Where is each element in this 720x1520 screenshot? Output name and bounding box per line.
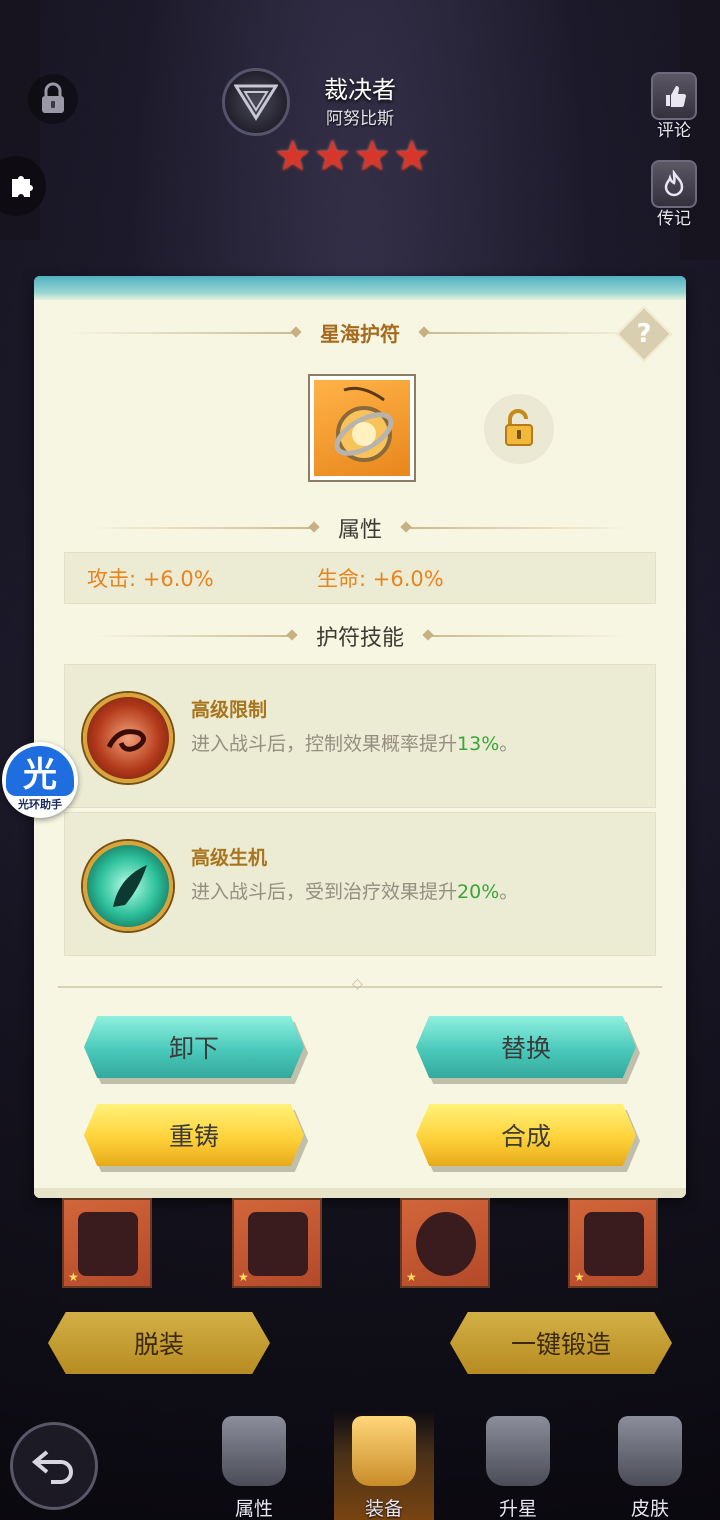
remove-all-label: 脱装	[133, 1330, 184, 1359]
comment-button[interactable]: 评论	[644, 72, 704, 141]
star-icon: ★	[392, 131, 431, 180]
skill-percent: 20%	[457, 881, 500, 903]
one-click-forge-label: 一键锻造	[510, 1330, 611, 1359]
skill-description: 进入战斗后，控制效果概率提升13%。	[191, 733, 519, 755]
vitality-skill-icon	[83, 841, 173, 931]
panel-top-border	[34, 276, 686, 300]
panel-divider	[58, 976, 662, 992]
star-badge-icon	[486, 1416, 550, 1486]
helper-floating-button[interactable]: 光 光环助手	[2, 742, 78, 818]
star-icon: ★	[68, 1270, 79, 1284]
panel-bottom-border	[34, 1188, 686, 1198]
tab-attributes[interactable]: 属性	[204, 1410, 304, 1520]
tab-equipment[interactable]: 装备	[334, 1410, 434, 1520]
synthesize-label: 合成	[500, 1122, 551, 1151]
ornament-line	[404, 527, 634, 529]
amulet-art	[314, 380, 410, 476]
ring-icon	[416, 1212, 476, 1276]
boots-icon	[584, 1212, 644, 1276]
helper-caption: 光环助手	[18, 798, 62, 811]
equipment-slot-boots[interactable]: ★	[568, 1198, 658, 1288]
reforge-label: 重铸	[168, 1122, 219, 1151]
helper-glyph: 光	[6, 746, 74, 796]
tab-label: 装备	[364, 1498, 403, 1520]
tab-skins[interactable]: 皮肤	[600, 1410, 700, 1520]
skill-description: 进入战斗后，受到治疗效果提升20%。	[191, 881, 519, 903]
thumbs-up-book-icon	[651, 72, 697, 120]
attributes-heading: 属性	[337, 518, 382, 543]
reforge-button[interactable]: 重铸	[84, 1104, 308, 1172]
biography-label: 传记	[657, 209, 691, 229]
amulet-title-row: 星海护符	[34, 318, 686, 347]
skill-card: 高级生机 进入战斗后，受到治疗效果提升20%。	[64, 812, 656, 956]
attribute-hp: 生命: +6.0%	[317, 567, 444, 591]
unequip-label: 卸下	[168, 1034, 219, 1063]
equipment-slot-ring[interactable]: ★	[400, 1198, 490, 1288]
unequip-button[interactable]: 卸下	[84, 1016, 308, 1084]
armor-skin-icon	[618, 1416, 682, 1486]
amulet-icon	[334, 386, 394, 462]
biography-button[interactable]: 传记	[644, 160, 704, 229]
ornament-line	[85, 527, 316, 529]
one-click-forge-button[interactable]: 一键锻造	[450, 1312, 672, 1374]
puzzle-icon	[12, 176, 33, 197]
question-icon[interactable]: ?	[624, 314, 664, 354]
amulet-lock-toggle[interactable]	[484, 394, 554, 464]
amulet-item-slot[interactable]	[308, 374, 416, 482]
armor-icon	[248, 1212, 308, 1276]
flame-book-icon	[651, 160, 697, 208]
comment-label: 评论	[657, 121, 691, 141]
star-icon: ★	[574, 1270, 585, 1284]
ornament-line	[68, 331, 298, 334]
star-icon: ★	[274, 131, 312, 180]
replace-label: 替换	[500, 1034, 551, 1063]
remove-all-button[interactable]: 脱装	[48, 1312, 270, 1374]
attributes-box: 攻击: +6.0% 生命: +6.0%	[64, 552, 656, 604]
skills-heading: 护符技能	[315, 626, 404, 651]
back-arrow-icon	[31, 1450, 73, 1484]
ornament-line	[93, 635, 294, 637]
replace-button[interactable]: 替换	[416, 1016, 640, 1084]
unlock-icon	[505, 409, 533, 446]
skill-name: 高级限制	[191, 699, 268, 721]
equipment-slot-armor[interactable]: ★	[232, 1198, 322, 1288]
ornament-line	[426, 635, 626, 637]
synthesize-button[interactable]: 合成	[416, 1104, 640, 1172]
tab-label: 升星	[498, 1498, 537, 1520]
star-icon: ★	[353, 131, 391, 180]
star-icon: ★	[406, 1270, 417, 1284]
skill-percent: 13%	[457, 733, 500, 755]
tab-star-up[interactable]: 升星	[468, 1410, 568, 1520]
hero-star-rating: ★ ★ ★ ★	[274, 134, 431, 178]
control-skill-icon	[83, 693, 173, 783]
star-icon: ★	[238, 1270, 249, 1284]
tab-label: 属性	[234, 1498, 273, 1520]
amulet-name: 星海护符	[320, 322, 400, 346]
attribute-attack: 攻击: +6.0%	[87, 567, 214, 591]
knight-helmet-icon	[222, 1416, 286, 1486]
skills-heading-row: 护符技能	[34, 620, 686, 652]
attributes-heading-row: 属性	[34, 512, 686, 544]
hero-title: 裁决者	[324, 76, 396, 104]
hero-subtitle: 阿努比斯	[326, 109, 394, 129]
weapon-icon	[78, 1212, 138, 1276]
amulet-detail-panel: 星海护符 ? 属性 攻击: +6.0% 生命: +6.0% 护符技能 高级限制 …	[34, 276, 686, 1198]
skill-card: 高级限制 进入战斗后，控制效果概率提升13%。	[64, 664, 656, 808]
lock-icon	[42, 82, 64, 113]
back-button[interactable]	[10, 1422, 98, 1510]
tab-label: 皮肤	[630, 1498, 669, 1520]
hero-lock-button[interactable]	[28, 74, 78, 124]
swords-icon	[352, 1416, 416, 1486]
skill-name: 高级生机	[191, 847, 268, 869]
equipment-slot-weapon[interactable]: ★	[62, 1198, 152, 1288]
star-icon: ★	[313, 131, 352, 180]
